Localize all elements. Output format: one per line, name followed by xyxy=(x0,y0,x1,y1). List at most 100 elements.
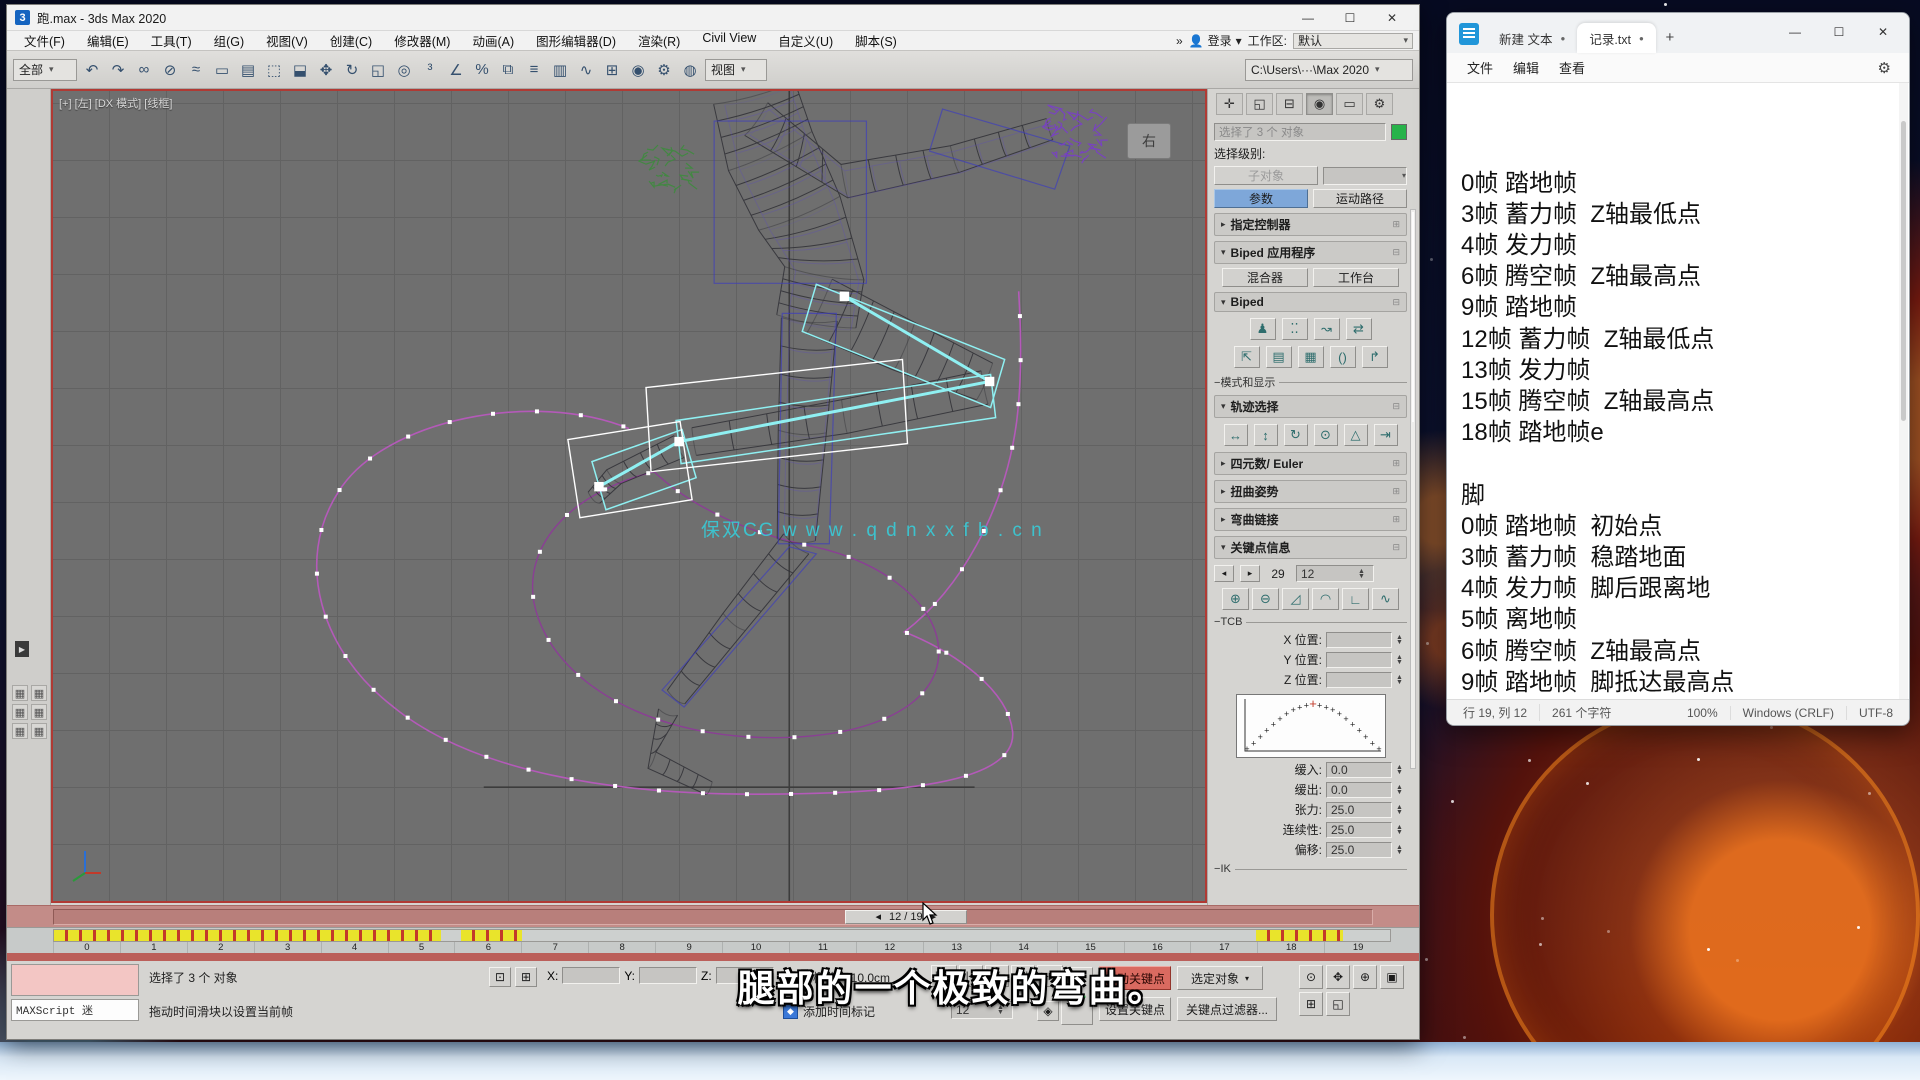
settings-gear-icon[interactable]: ⚙ xyxy=(1870,59,1899,77)
set-key-icon[interactable]: ⊕ xyxy=(1222,588,1249,610)
lock-com-keying-icon[interactable]: ⊙ xyxy=(1314,424,1338,446)
utilities-tab-icon[interactable]: ⚙ xyxy=(1366,93,1393,115)
ease-out-field[interactable]: 0.0 xyxy=(1326,782,1392,798)
close-button[interactable]: ✕ xyxy=(1373,8,1411,28)
opposite-icon[interactable]: ⇥ xyxy=(1374,424,1398,446)
rotate-icon[interactable]: ↻ xyxy=(339,57,365,83)
load-file-icon[interactable]: ▤ xyxy=(1266,346,1292,368)
footstep-mode-icon[interactable]: ⁚⁚ xyxy=(1282,318,1308,340)
maxscript-label[interactable]: MAXScript 迷 xyxy=(11,999,139,1021)
align-icon[interactable]: ≡ xyxy=(521,57,547,83)
ease-in-field[interactable]: 0.0 xyxy=(1326,762,1392,778)
sub-object-dropdown[interactable]: ▾ xyxy=(1323,167,1407,185)
menu-item[interactable]: 渲染(R) xyxy=(627,31,691,50)
menu-item[interactable]: 脚本(S) xyxy=(844,31,908,50)
body-vertical-icon[interactable]: ↕ xyxy=(1254,424,1278,446)
use-center-icon[interactable]: ◎ xyxy=(391,57,417,83)
body-rotation-icon[interactable]: ↻ xyxy=(1284,424,1308,446)
crossing-icon[interactable]: ⬓ xyxy=(287,57,313,83)
ik-separator[interactable]: −IK xyxy=(1214,863,1231,875)
notepad-maximize-button[interactable]: ☐ xyxy=(1817,17,1861,47)
curve-editor-icon[interactable]: ∿ xyxy=(573,57,599,83)
y-position-field[interactable] xyxy=(1326,652,1392,668)
move-all-mode-icon[interactable]: ↱ xyxy=(1362,346,1388,368)
rollout-key-info[interactable]: ▾ 关键点信息 ⊟ xyxy=(1214,536,1407,559)
time-slider-button[interactable]: ◂ 12 / 19 ▸ xyxy=(845,910,967,924)
key-frame-field[interactable]: 12 xyxy=(1296,565,1374,582)
rollout-assign-controller[interactable]: ▸ 指定控制器 ⊞ xyxy=(1214,213,1407,236)
unlink-icon[interactable]: ⊘ xyxy=(157,57,183,83)
track-bar-keys[interactable] xyxy=(53,929,1391,942)
menu-item[interactable]: 文件(F) xyxy=(13,31,76,50)
selection-filter-dropdown[interactable]: 全部 ▾ xyxy=(13,59,77,81)
spinner-icon[interactable] xyxy=(1396,845,1407,855)
spinner-icon[interactable] xyxy=(1396,655,1407,665)
delete-key-icon[interactable]: ⊖ xyxy=(1252,588,1279,610)
command-panel-scrollbar[interactable] xyxy=(1410,209,1416,769)
sub-object-button[interactable]: 子对象 xyxy=(1214,166,1318,185)
viewport[interactable]: [+] [左] [DX 模式] [线框] 保双CG w w w . q d n … xyxy=(51,89,1207,903)
notepad-menu-item[interactable]: 编辑 xyxy=(1503,55,1549,80)
select-object-icon[interactable]: ▭ xyxy=(209,57,235,83)
display-tab-icon[interactable]: ▭ xyxy=(1336,93,1363,115)
object-color-swatch[interactable] xyxy=(1391,124,1407,140)
zoom-view-icon[interactable]: ⊕ xyxy=(1353,965,1377,989)
pan-view-icon[interactable]: ✥ xyxy=(1326,965,1350,989)
motion-paths-tab-button[interactable]: 运动路径 xyxy=(1313,189,1407,208)
y-coord-field[interactable] xyxy=(639,967,697,984)
mirror-icon[interactable]: ⧉ xyxy=(495,57,521,83)
x-coord-field[interactable] xyxy=(562,967,620,984)
menu-overflow-chevron[interactable]: » xyxy=(1176,34,1183,48)
spinner-icon[interactable] xyxy=(1358,569,1369,579)
previous-key-button[interactable]: ◂ xyxy=(1214,565,1234,582)
viewport-layout-d-icon[interactable]: ▦ xyxy=(31,704,47,720)
modes-display-separator[interactable]: −模式和显示 xyxy=(1214,374,1275,390)
scale-icon[interactable]: ◱ xyxy=(365,57,391,83)
notepad-minimize-button[interactable]: — xyxy=(1773,17,1817,47)
select-link-icon[interactable]: ∞ xyxy=(131,57,157,83)
previous-frame-arrow[interactable]: ◂ xyxy=(875,910,881,923)
viewport-layout-a-icon[interactable]: ▦ xyxy=(12,685,28,701)
notepad-tab[interactable]: 记录.txt ● xyxy=(1577,23,1656,53)
spinner-icon[interactable] xyxy=(1396,765,1407,775)
tangent-linear-icon[interactable]: ∟ xyxy=(1342,588,1369,610)
tcb-separator[interactable]: −TCB xyxy=(1214,616,1242,628)
snap-toggle-icon[interactable]: ³ xyxy=(417,57,443,83)
isolate-selection-icon[interactable]: ⊙ xyxy=(1299,965,1323,989)
menu-item[interactable]: 动画(A) xyxy=(461,31,525,50)
material-editor-icon[interactable]: ◉ xyxy=(625,57,651,83)
track-bar[interactable]: 012345678910111213141516171819 xyxy=(7,927,1419,953)
offset-mode-icon[interactable]: ⊞ xyxy=(515,967,537,987)
spinner-icon[interactable] xyxy=(1396,785,1407,795)
reference-coordinate-dropdown[interactable]: 视图 ▾ xyxy=(705,59,767,81)
tension-field[interactable]: 25.0 xyxy=(1326,802,1392,818)
workbench-button[interactable]: 工作台 xyxy=(1313,268,1399,287)
schematic-view-icon[interactable]: ⊞ xyxy=(599,57,625,83)
menu-item[interactable]: 自定义(U) xyxy=(767,31,844,50)
zoom-level[interactable]: 100% xyxy=(1675,706,1731,720)
menu-item[interactable]: 组(G) xyxy=(203,31,256,50)
tangent-fast-icon[interactable]: ◿ xyxy=(1282,588,1309,610)
next-key-button[interactable]: ▸ xyxy=(1240,565,1260,582)
angle-snap-icon[interactable]: ∠ xyxy=(443,57,469,83)
notepad-scrollbar[interactable] xyxy=(1899,83,1908,699)
motion-flow-mode-icon[interactable]: ↝ xyxy=(1314,318,1340,340)
mixer-mode-icon[interactable]: ⇄ xyxy=(1346,318,1372,340)
rollout-bend-links[interactable]: ▸ 弯曲链接 ⊞ xyxy=(1214,508,1407,531)
save-file-icon[interactable]: ▦ xyxy=(1298,346,1324,368)
keyframe-range[interactable] xyxy=(54,930,441,941)
notepad-text-area[interactable]: 0帧 踏地帧3帧 蓄力帧 Z轴最低点4帧 发力帧6帧 腾空帧 Z轴最高点9帧 踏… xyxy=(1447,83,1909,699)
keyframe-range[interactable] xyxy=(461,930,521,941)
maximize-viewport-icon[interactable]: ◱ xyxy=(1326,992,1350,1016)
menu-item[interactable]: 修改器(M) xyxy=(383,31,461,50)
flyout-arrow-button[interactable]: ▶ xyxy=(15,641,29,657)
rollout-quaternion-euler[interactable]: ▸ 四元数/ Euler ⊞ xyxy=(1214,452,1407,475)
notepad-menu-item[interactable]: 文件 xyxy=(1457,55,1503,80)
time-slider-track[interactable]: ◂ 12 / 19 ▸ xyxy=(53,909,1373,925)
viewport-layout-b-icon[interactable]: ▦ xyxy=(31,685,47,701)
rollout-twist-poses[interactable]: ▸ 扭曲姿势 ⊞ xyxy=(1214,480,1407,503)
key-filters-button[interactable]: 关键点过滤器... xyxy=(1177,997,1277,1021)
spinner-icon[interactable] xyxy=(1396,675,1407,685)
select-by-name-icon[interactable]: ▤ xyxy=(235,57,261,83)
hierarchy-tab-icon[interactable]: ⊟ xyxy=(1276,93,1303,115)
